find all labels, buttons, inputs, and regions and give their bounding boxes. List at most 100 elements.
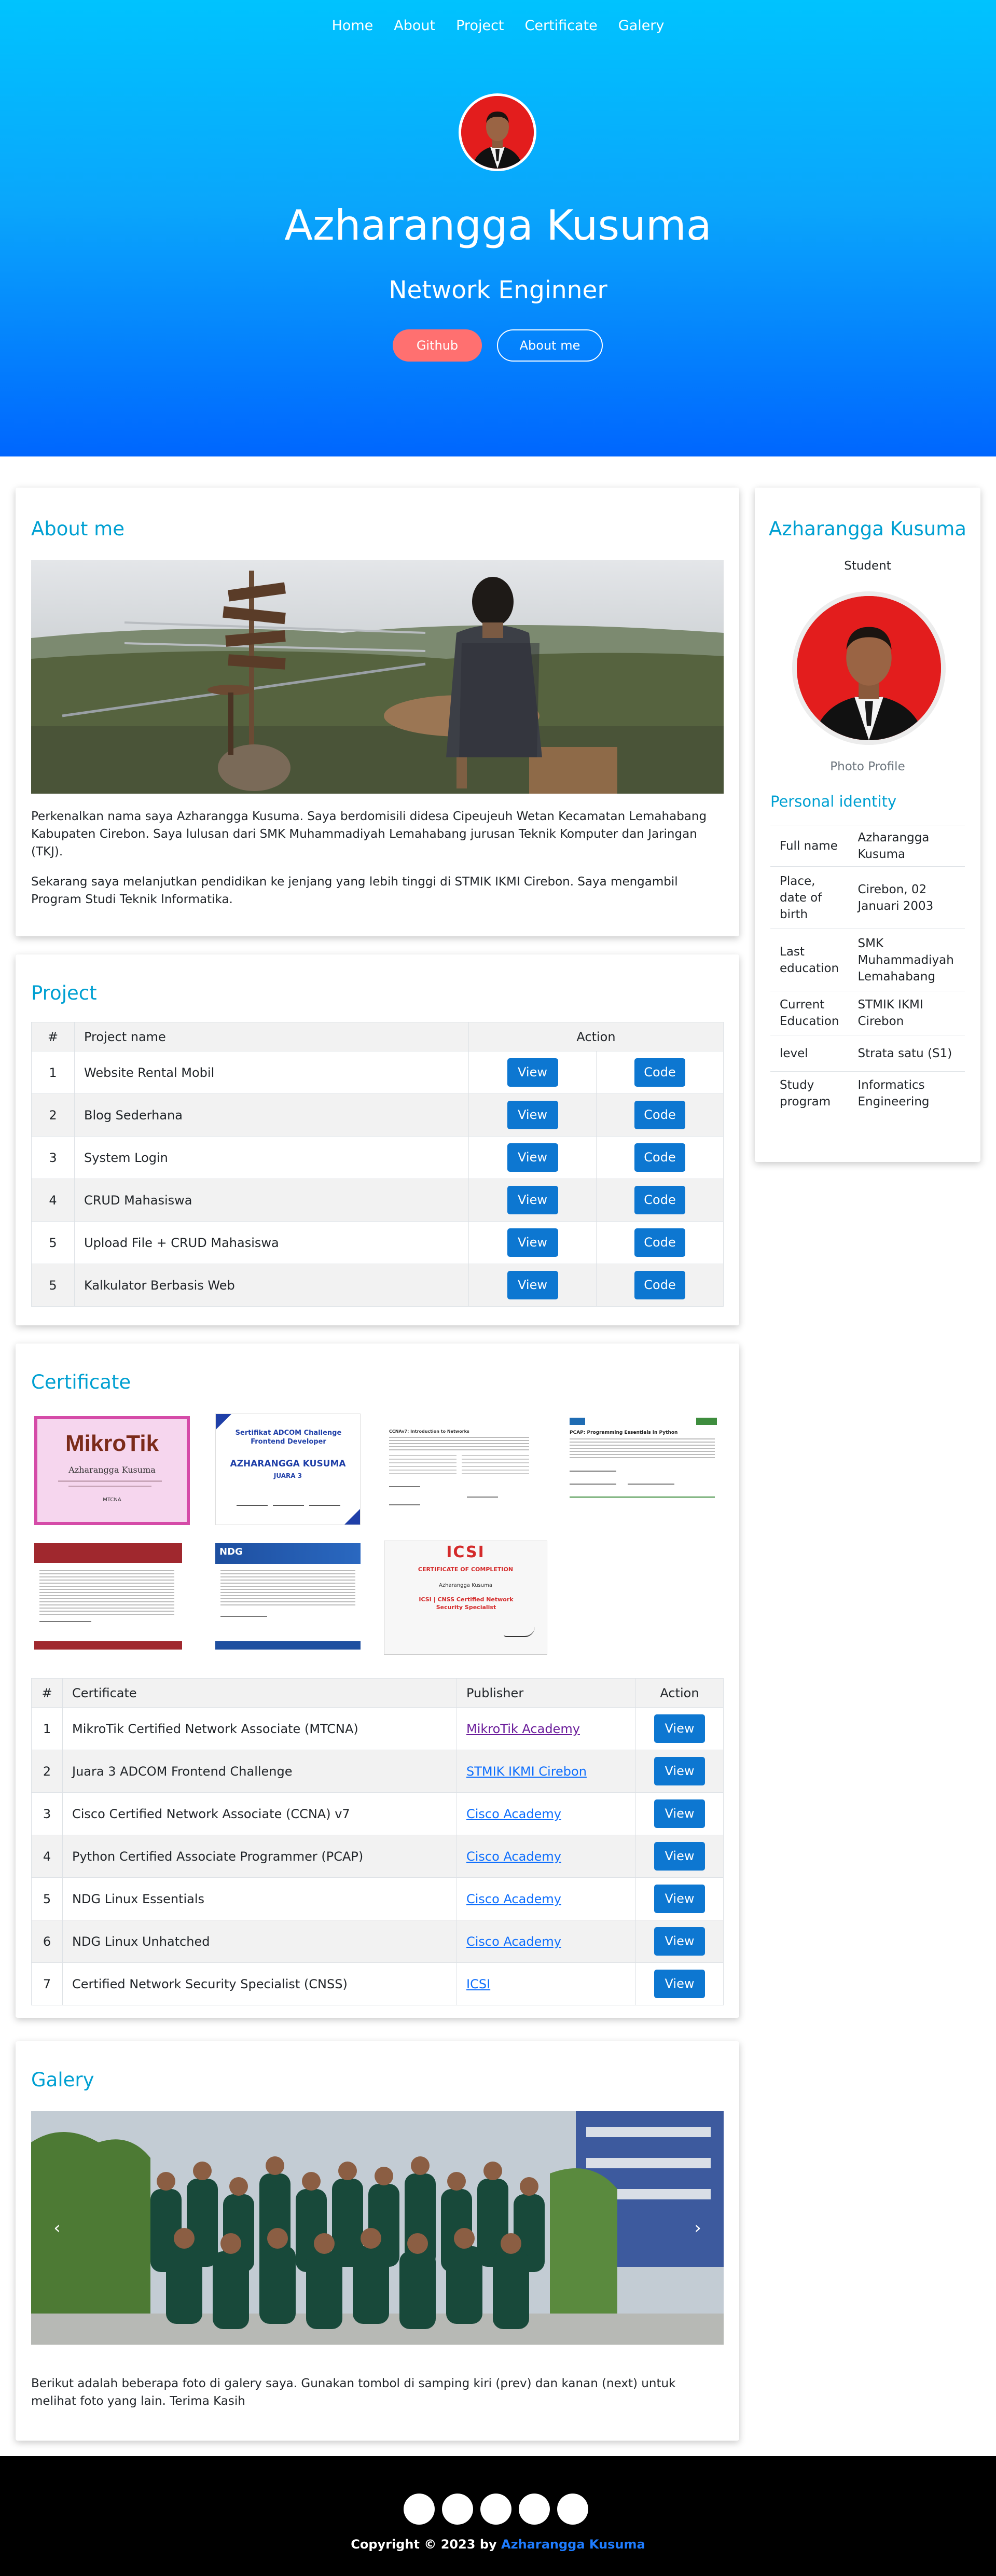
thumb-text: JUARA 3: [273, 1472, 302, 1479]
identity-value: SMK Muhammadiyah Lemahabang: [848, 929, 965, 991]
social-icon-2[interactable]: [442, 2494, 473, 2525]
cert-name: Juara 3 ADCOM Frontend Challenge: [62, 1750, 457, 1793]
cert-no: 5: [31, 1877, 63, 1920]
cert-no: 1: [31, 1707, 63, 1750]
social-icon-4[interactable]: [519, 2494, 550, 2525]
cert-name: Cisco Certified Network Associate (CCNA)…: [62, 1792, 457, 1835]
cert-publisher-link[interactable]: STMIK IKMI Cirebon: [466, 1764, 587, 1779]
social-icon-1[interactable]: [404, 2494, 435, 2525]
cert-publisher-link[interactable]: Cisco Academy: [466, 1807, 561, 1821]
identity-value: Informatics Engineering: [848, 1071, 965, 1116]
project-name: CRUD Mahasiswa: [74, 1179, 469, 1222]
profile-photo: [792, 591, 946, 745]
thumb-text: AZHARANGGA KUSUMA: [230, 1459, 346, 1469]
about-title: About me: [31, 518, 125, 540]
project-code-button[interactable]: Code: [634, 1143, 685, 1172]
cert-publisher-link[interactable]: MikroTik Academy: [466, 1722, 580, 1736]
galery-title: Galery: [31, 2069, 94, 2091]
profile-status: Student: [844, 559, 891, 573]
table-row: 2 Juara 3 ADCOM Frontend Challenge STMIK…: [31, 1750, 724, 1793]
project-code-button[interactable]: Code: [634, 1058, 685, 1087]
cert-no: 7: [31, 1962, 63, 2005]
project-no: 1: [31, 1051, 75, 1094]
identity-row: Study program Informatics Engineering: [770, 1071, 965, 1116]
project-view-button[interactable]: View: [507, 1228, 558, 1257]
cert-header-name: Certificate: [62, 1678, 457, 1708]
project-code-button[interactable]: Code: [634, 1228, 685, 1257]
project-code-button[interactable]: Code: [634, 1271, 685, 1299]
cert-thumb-linux-essentials[interactable]: [34, 1543, 182, 1650]
thumb-text: Sertifikat ADCOM Challenge Frontend Deve…: [235, 1429, 342, 1446]
ndg-logo: NDG: [219, 1546, 243, 1557]
nav-galery[interactable]: Galery: [618, 16, 665, 36]
table-row: 1 MikroTik Certified Network Associate (…: [31, 1707, 724, 1750]
carousel-next-button[interactable]: ›: [672, 2111, 724, 2345]
project-title: Project: [31, 982, 97, 1004]
social-icon-3[interactable]: [480, 2494, 511, 2525]
about-photo: [31, 560, 724, 794]
project-name: System Login: [74, 1136, 469, 1179]
cert-view-button[interactable]: View: [654, 1799, 705, 1828]
cert-thumb-adcom[interactable]: Sertifikat ADCOM Challenge Frontend Deve…: [215, 1414, 361, 1525]
copyright: Copyright © 2023 by Azharangga Kusuma: [0, 2534, 996, 2555]
identity-label: Full name: [770, 825, 849, 867]
galery-description: Berikut adalah beberapa foto di galery s…: [31, 2377, 676, 2408]
project-code-button[interactable]: Code: [634, 1101, 685, 1129]
profile-name: Azharangga Kusuma: [769, 518, 966, 540]
thumb-text: Azharangga Kusuma: [439, 1583, 492, 1588]
chevron-right-icon: ›: [694, 2218, 701, 2238]
cert-no: 3: [31, 1792, 63, 1835]
project-code-button[interactable]: Code: [634, 1186, 685, 1214]
project-view-button[interactable]: View: [507, 1101, 558, 1129]
cert-publisher-link[interactable]: Cisco Academy: [466, 1849, 561, 1864]
cert-publisher-link[interactable]: Cisco Academy: [466, 1934, 561, 1949]
mikrotik-logo: MikroTik: [65, 1431, 159, 1456]
project-view-button[interactable]: View: [507, 1143, 558, 1172]
project-view-button[interactable]: View: [507, 1271, 558, 1299]
hero-role: Network Enginner: [389, 276, 607, 304]
identity-label: Place, date of birth: [770, 866, 849, 929]
certificate-table: # Certificate Publisher Action 1 MikroTi…: [31, 1678, 724, 2005]
identity-label: Current Education: [770, 991, 849, 1035]
cert-view-button[interactable]: View: [654, 1842, 705, 1871]
cert-view-button[interactable]: View: [654, 1757, 705, 1785]
author-link[interactable]: Azharangga Kusuma: [501, 2537, 645, 2552]
about-card: About me Perkenalkan nama saya Azharangg…: [16, 488, 739, 936]
cert-thumb-ccna[interactable]: CCNAv7: Introduction to Networks: [384, 1414, 540, 1520]
about-paragraph-2: Sekarang saya melanjutkan pendidikan ke …: [31, 875, 678, 906]
nav-project[interactable]: Project: [456, 16, 504, 36]
project-name: Website Rental Mobil: [74, 1051, 469, 1094]
carousel-prev-button[interactable]: ‹: [31, 2111, 83, 2345]
project-view-button[interactable]: View: [507, 1058, 558, 1087]
cert-view-button[interactable]: View: [654, 1927, 705, 1956]
nav-home[interactable]: Home: [332, 16, 374, 36]
galery-photo: [31, 2111, 724, 2345]
cert-thumb-mtcna[interactable]: MikroTik Azharangga Kusuma MTCNA: [34, 1416, 190, 1525]
cert-header-action: Action: [635, 1678, 724, 1708]
cert-thumb-linux-unhatched[interactable]: NDG: [215, 1543, 361, 1650]
github-button[interactable]: Github: [393, 329, 482, 362]
cert-thumb-cnss[interactable]: ICSI CERTIFICATE OF COMPLETION Azharangg…: [384, 1541, 547, 1655]
identity-row: Place, date of birth Cirebon, 02 Januari…: [770, 866, 965, 929]
cert-no: 4: [31, 1835, 63, 1878]
cert-thumb-pcap[interactable]: PCAP: Programming Essentials in Python: [565, 1414, 721, 1520]
icsi-logo: ICSI: [446, 1543, 485, 1561]
cert-view-button[interactable]: View: [654, 1714, 705, 1743]
about-me-button[interactable]: About me: [497, 329, 603, 362]
galery-card: Galery ‹ › Berikut adalah beberapa foto …: [16, 2041, 739, 2441]
nav-about[interactable]: About: [394, 16, 435, 36]
project-view-button[interactable]: View: [507, 1186, 558, 1214]
project-no: 2: [31, 1093, 75, 1137]
cert-publisher-link[interactable]: Cisco Academy: [466, 1892, 561, 1906]
table-row: 5 Kalkulator Berbasis Web View Code: [31, 1264, 724, 1307]
project-name: Blog Sederhana: [74, 1093, 469, 1137]
nav-certificate[interactable]: Certificate: [525, 16, 598, 36]
identity-table: Full name Azharangga Kusuma Place, date …: [770, 825, 965, 1116]
cert-view-button[interactable]: View: [654, 1885, 705, 1913]
table-row: 5 NDG Linux Essentials Cisco Academy Vie…: [31, 1877, 724, 1920]
project-header-name: Project name: [74, 1022, 469, 1051]
cert-view-button[interactable]: View: [654, 1970, 705, 1998]
social-icon-5[interactable]: [557, 2494, 588, 2525]
cert-publisher-link[interactable]: ICSI: [466, 1977, 490, 1991]
identity-label: Study program: [770, 1071, 849, 1116]
